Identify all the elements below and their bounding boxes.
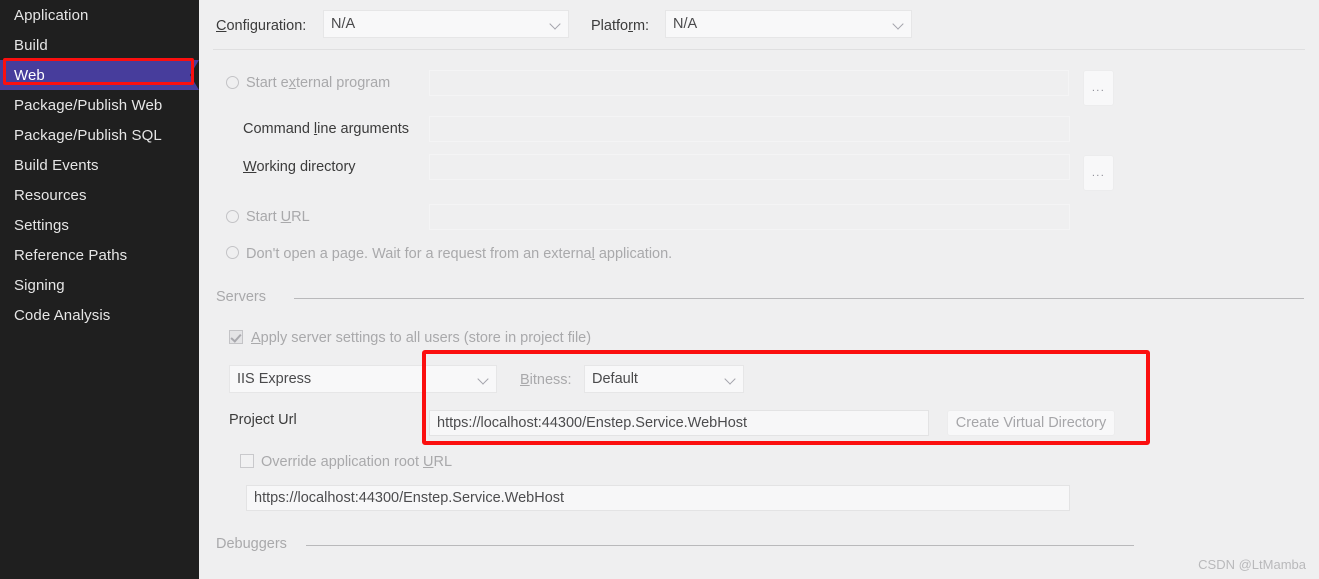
start-url-label: Start URL: [246, 209, 310, 225]
platform-label: Platform:: [591, 18, 650, 34]
sidebar-item-reference-paths[interactable]: Reference Paths: [0, 240, 199, 270]
override-application-root-url-input[interactable]: https://localhost:44300/Enstep.Service.W…: [246, 485, 1070, 511]
override-application-root-url-checkbox[interactable]: [240, 454, 254, 468]
project-url-input[interactable]: https://localhost:44300/Enstep.Service.W…: [429, 410, 929, 436]
sidebar-item-label: Package/Publish Web: [14, 96, 163, 114]
servers-group-line: [294, 298, 1304, 299]
sidebar-item-label: Resources: [14, 186, 87, 204]
sidebar-item-web[interactable]: Web: [0, 60, 199, 90]
chevron-down-icon: [726, 374, 735, 383]
chevron-down-icon: [551, 19, 560, 28]
sidebar-item-label: Code Analysis: [14, 306, 111, 324]
watermark-text: CSDN @LtMamba: [1198, 557, 1306, 572]
start-external-program-input[interactable]: [429, 70, 1069, 96]
sidebar-item-label: Web: [14, 66, 45, 84]
sidebar-item-resources[interactable]: Resources: [0, 180, 199, 210]
sidebar-item-label: Settings: [14, 216, 69, 234]
chevron-down-icon: [894, 19, 903, 28]
create-virtual-directory-label: Create Virtual Directory: [955, 415, 1107, 431]
dont-open-page-radio[interactable]: [226, 246, 239, 259]
bitness-dropdown[interactable]: Default: [584, 365, 744, 393]
sidebar-item-build[interactable]: Build: [0, 30, 199, 60]
sidebar-item-label: Package/Publish SQL: [14, 126, 162, 144]
debuggers-group-line: [306, 545, 1134, 546]
toolbar-divider: [213, 49, 1305, 50]
sidebar-item-package-publish-sql[interactable]: Package/Publish SQL: [0, 120, 199, 150]
project-url-label: Project Url: [229, 412, 297, 428]
configuration-value: N/A: [331, 16, 356, 32]
configuration-dropdown[interactable]: N/A: [323, 10, 569, 38]
start-external-program-radio[interactable]: [226, 76, 239, 89]
sidebar-item-label: Build: [14, 36, 48, 54]
browse-external-program-button[interactable]: ...: [1083, 70, 1114, 106]
sidebar-item-label: Signing: [14, 276, 65, 294]
override-application-root-url-label: Override application root URL: [261, 454, 453, 470]
apply-server-settings-label: Apply server settings to all users (stor…: [251, 330, 592, 346]
server-value: IIS Express: [237, 371, 312, 387]
debuggers-group-title: Debuggers: [216, 536, 287, 552]
bitness-value: Default: [592, 371, 638, 387]
browse-working-directory-button[interactable]: ...: [1083, 155, 1114, 191]
sidebar-item-signing[interactable]: Signing: [0, 270, 199, 300]
working-directory-label: Working directory: [243, 159, 356, 175]
sidebar-item-application[interactable]: Application: [0, 0, 199, 30]
browse-button-label: ...: [1091, 82, 1106, 94]
platform-dropdown[interactable]: N/A: [665, 10, 912, 38]
project-url-value: https://localhost:44300/Enstep.Service.W…: [437, 415, 748, 431]
sidebar-item-package-publish-web[interactable]: Package/Publish Web: [0, 90, 199, 120]
servers-group-title: Servers: [216, 289, 266, 305]
platform-value: N/A: [673, 16, 698, 32]
project-properties-window: Application Build Web Package/Publish We…: [0, 0, 1319, 579]
bitness-label: Bitness:: [520, 372, 572, 388]
dont-open-page-label: Don't open a page. Wait for a request fr…: [246, 246, 673, 262]
browse-button-label: ...: [1091, 167, 1106, 179]
start-external-program-label: Start external program: [246, 75, 391, 91]
server-dropdown[interactable]: IIS Express: [229, 365, 497, 393]
web-settings-panel: Configuration: N/A Platform: N/A Start e…: [199, 0, 1319, 579]
override-application-root-url-value: https://localhost:44300/Enstep.Service.W…: [254, 490, 565, 506]
sidebar-item-label: Reference Paths: [14, 246, 128, 264]
sidebar-item-label: Application: [14, 6, 89, 24]
create-virtual-directory-button[interactable]: Create Virtual Directory: [947, 410, 1115, 436]
command-line-arguments-input[interactable]: [429, 116, 1070, 142]
apply-server-settings-checkbox[interactable]: [229, 330, 243, 344]
sidebar-item-build-events[interactable]: Build Events: [0, 150, 199, 180]
configuration-label: Configuration:: [216, 18, 307, 34]
sidebar-item-settings[interactable]: Settings: [0, 210, 199, 240]
command-line-arguments-label: Command line arguments: [243, 121, 410, 137]
sidebar-item-code-analysis[interactable]: Code Analysis: [0, 300, 199, 330]
start-url-input[interactable]: [429, 204, 1070, 230]
working-directory-input[interactable]: [429, 154, 1070, 180]
start-url-radio[interactable]: [226, 210, 239, 223]
chevron-down-icon: [479, 374, 488, 383]
sidebar-item-label: Build Events: [14, 156, 99, 174]
category-sidebar: Application Build Web Package/Publish We…: [0, 0, 199, 579]
